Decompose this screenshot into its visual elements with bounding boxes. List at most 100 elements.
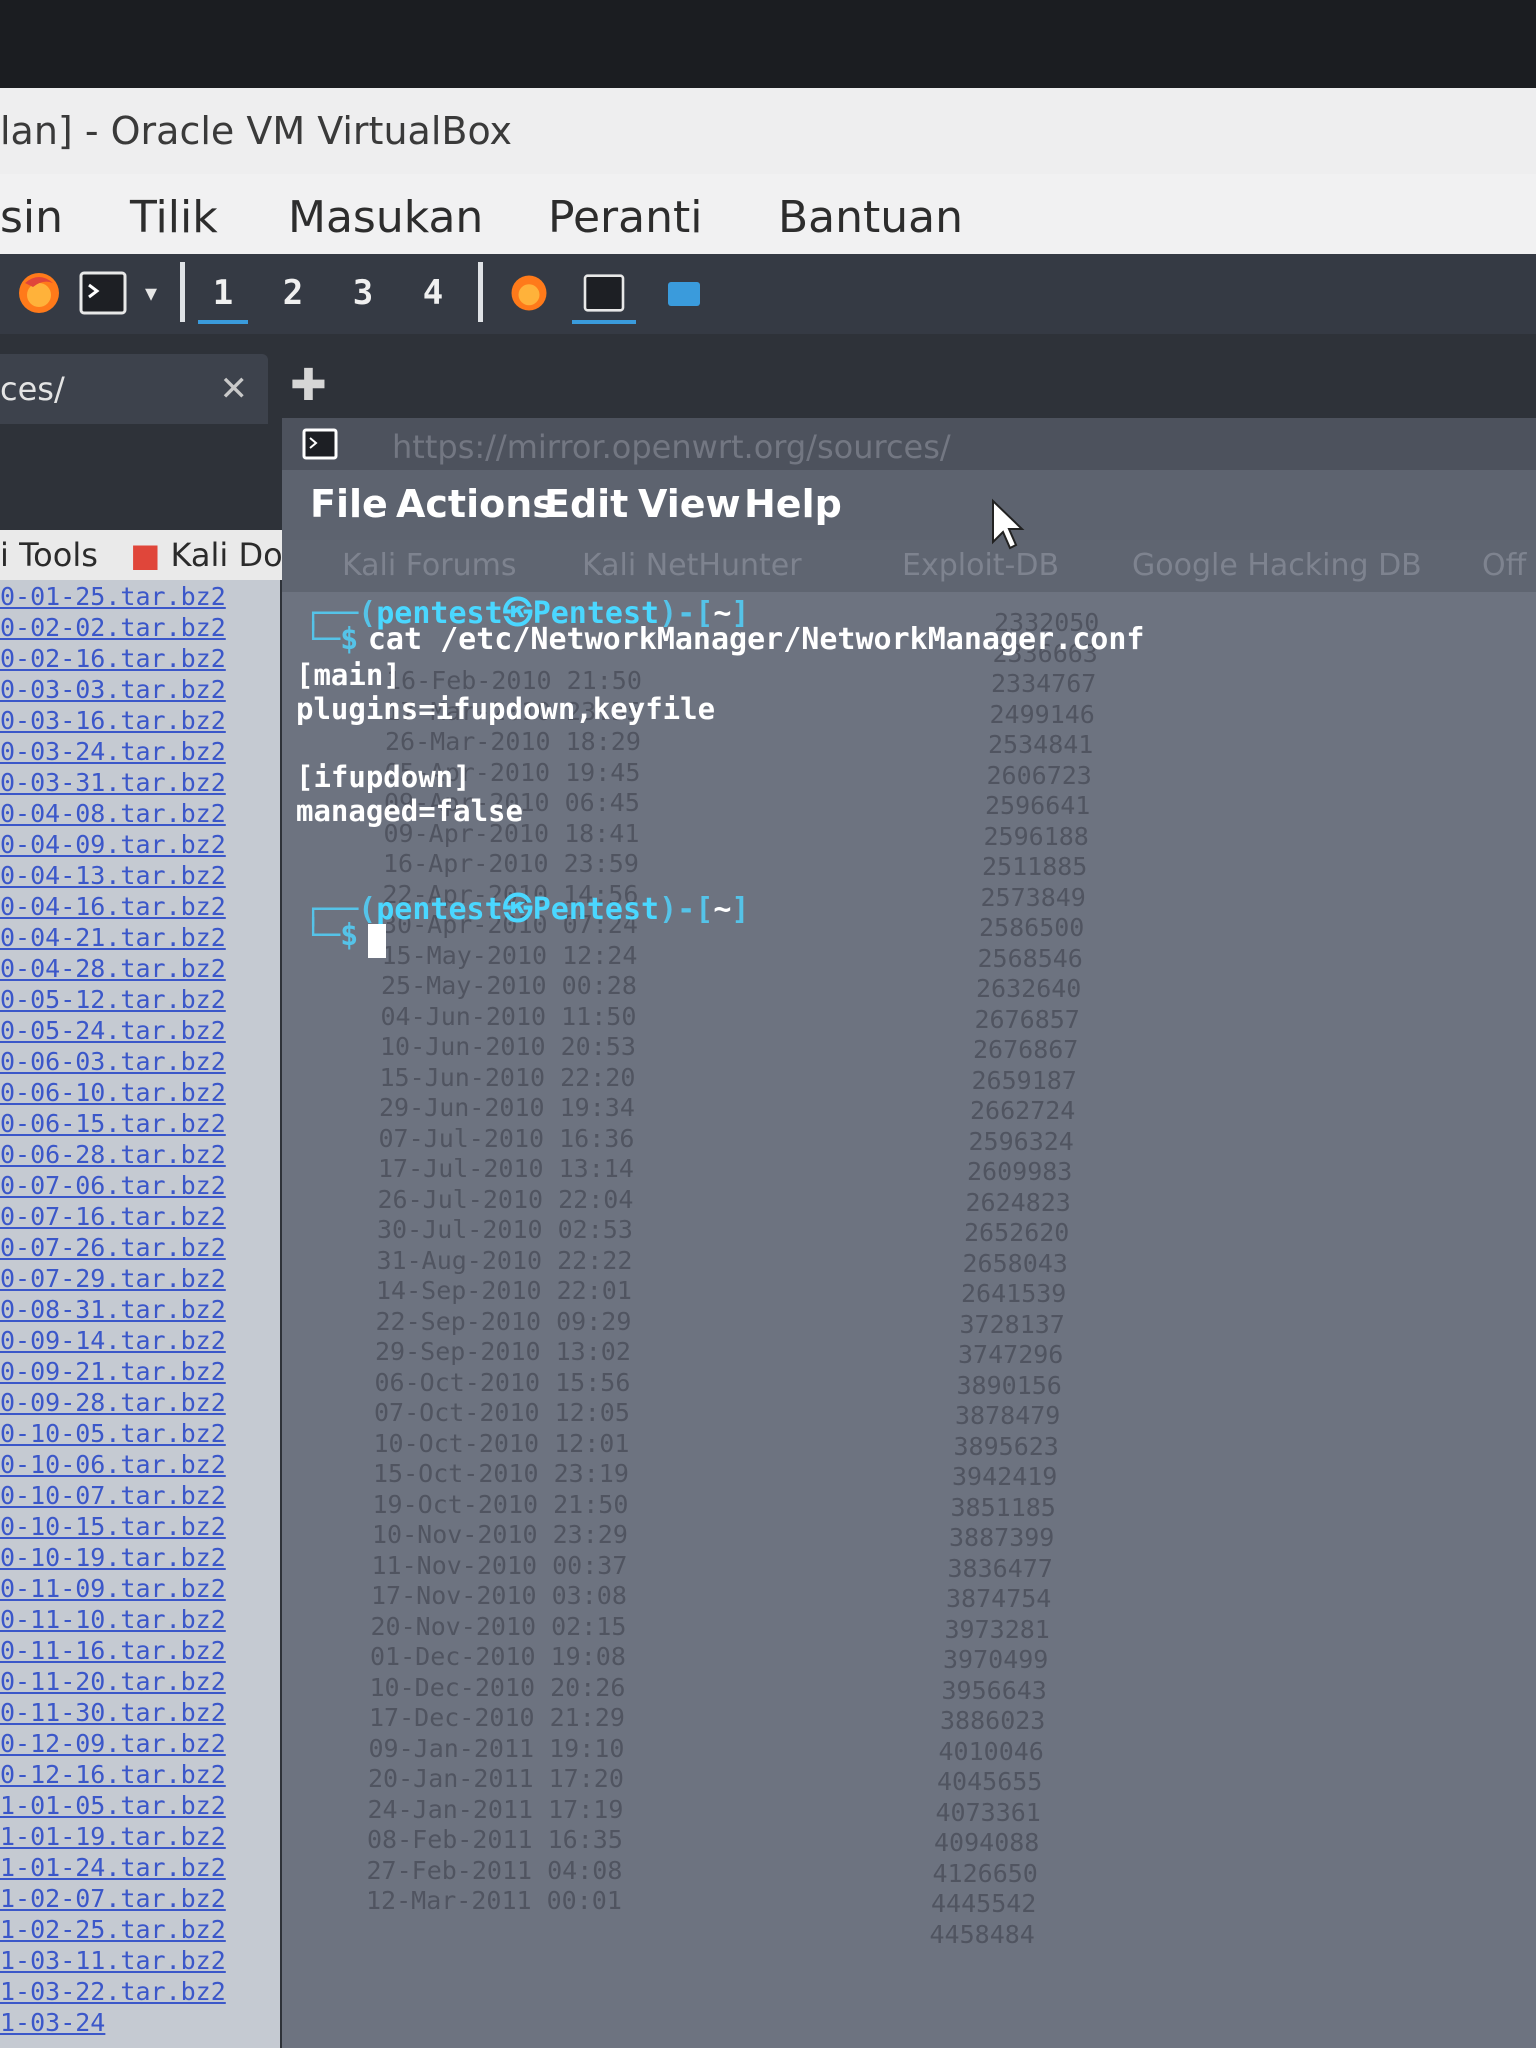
workspace-3[interactable]: 3 xyxy=(338,266,388,320)
ghost-size: 2632640 xyxy=(976,974,1082,1003)
file-link[interactable]: 0-09-14.tar.bz2 xyxy=(0,1326,226,1355)
file-link[interactable]: 1-03-22.tar.bz2 xyxy=(0,1977,226,2006)
file-link[interactable]: 0-02-02.tar.bz2 xyxy=(0,613,226,642)
ghost-bookmark: Kali NetHunter xyxy=(582,548,802,583)
panel-separator xyxy=(478,262,483,322)
ghost-bookmarks-strip: Kali Forums Kali NetHunter Exploit-DB Go… xyxy=(282,540,1536,592)
ghost-size: 2596188 xyxy=(983,821,1089,851)
file-link[interactable]: 0-10-05.tar.bz2 xyxy=(0,1419,226,1448)
file-link[interactable]: 0-10-07.tar.bz2 xyxy=(0,1481,226,1510)
file-link[interactable]: 0-08-31.tar.bz2 xyxy=(0,1295,226,1324)
file-link[interactable]: 0-04-08.tar.bz2 xyxy=(0,799,226,828)
file-link[interactable]: 0-11-16.tar.bz2 xyxy=(0,1636,226,1665)
menu-tilik[interactable]: Tilik xyxy=(130,192,218,243)
file-link[interactable]: 0-11-10.tar.bz2 xyxy=(0,1605,226,1634)
file-link[interactable]: 1-03-11.tar.bz2 xyxy=(0,1946,226,1975)
output-line: [main] xyxy=(296,658,401,692)
file-link[interactable]: 0-03-24.tar.bz2 xyxy=(0,737,226,766)
kali-top-panel: ▾ 1 2 3 4 xyxy=(0,254,1536,334)
file-link[interactable]: 1-02-07.tar.bz2 xyxy=(0,1884,226,1913)
file-link[interactable]: 0-04-13.tar.bz2 xyxy=(0,861,226,890)
workspace-1[interactable]: 1 xyxy=(198,266,248,324)
file-link[interactable]: 0-03-31.tar.bz2 xyxy=(0,768,226,797)
file-link[interactable]: 0-10-06.tar.bz2 xyxy=(0,1450,226,1479)
file-link[interactable]: 0-11-20.tar.bz2 xyxy=(0,1667,226,1696)
file-link[interactable]: 0-06-10.tar.bz2 xyxy=(0,1078,226,1107)
ghost-size: 3890156 xyxy=(956,1370,1062,1400)
terminal-launcher-icon[interactable] xyxy=(76,266,130,320)
ghost-date: 31-Aug-2010 22:22 xyxy=(376,1245,633,1275)
file-link[interactable]: 0-11-30.tar.bz2 xyxy=(0,1698,226,1727)
ghost-date: 17-Jul-2010 13:14 xyxy=(378,1154,634,1183)
file-link[interactable]: 0-07-06.tar.bz2 xyxy=(0,1171,226,1200)
file-link[interactable]: 1-02-25.tar.bz2 xyxy=(0,1915,226,1944)
chevron-down-icon[interactable]: ▾ xyxy=(136,266,166,320)
ghost-size: 3728137 xyxy=(959,1309,1065,1339)
file-link[interactable]: 0-01-25.tar.bz2 xyxy=(0,582,226,611)
file-link[interactable]: 0-09-21.tar.bz2 xyxy=(0,1357,226,1386)
file-link[interactable]: 1-01-05.tar.bz2 xyxy=(0,1791,226,1820)
ghost-date: 04-Jun-2010 11:50 xyxy=(380,1001,637,1031)
menu-masukan[interactable]: Masukan xyxy=(288,192,483,243)
terminal-menu-file[interactable]: File xyxy=(310,482,388,526)
terminal-menu-edit[interactable]: Edit xyxy=(544,482,628,526)
file-link[interactable]: 0-07-26.tar.bz2 xyxy=(0,1233,226,1262)
output-line: plugins=ifupdown,keyfile xyxy=(296,692,716,726)
file-link[interactable]: 0-07-16.tar.bz2 xyxy=(0,1202,226,1231)
ghost-size: 2511885 xyxy=(982,852,1088,881)
ghost-date: 25-May-2010 00:28 xyxy=(381,971,637,1000)
file-link[interactable]: 1-03-24 xyxy=(0,2008,105,2037)
browser-tab[interactable]: ces/ ✕ xyxy=(0,354,268,424)
file-link[interactable]: 0-02-16.tar.bz2 xyxy=(0,644,226,673)
file-link[interactable]: 0-05-12.tar.bz2 xyxy=(0,985,226,1014)
terminal-window[interactable]: https://mirror.openwrt.org/sources/ File… xyxy=(282,418,1536,2048)
terminal-window-icon[interactable] xyxy=(572,266,636,324)
workspace-4[interactable]: 4 xyxy=(408,266,458,320)
menu-peranti[interactable]: Peranti xyxy=(548,192,702,243)
file-link[interactable]: 1-01-19.tar.bz2 xyxy=(0,1822,226,1851)
terminal-menu-actions[interactable]: Actions xyxy=(396,482,555,526)
file-listing: 0-01-25.tar.bz2 0-02-02.tar.bz2 0-02-16.ta… xyxy=(0,580,280,2048)
ghost-size: 2662724 xyxy=(970,1096,1076,1125)
file-manager-icon[interactable] xyxy=(662,266,706,320)
ghost-size: 4010046 xyxy=(938,1736,1044,1766)
ghost-date: 11-Nov-2010 00:37 xyxy=(371,1550,628,1580)
ghost-date: 16-Apr-2010 23:59 xyxy=(383,849,639,878)
file-link[interactable]: 0-06-03.tar.bz2 xyxy=(0,1047,226,1076)
file-link[interactable]: 0-04-09.tar.bz2 xyxy=(0,830,226,859)
ghost-bookmark: Google Hacking DB xyxy=(1132,548,1422,583)
ghost-date: 14-Sep-2010 22:01 xyxy=(376,1276,632,1305)
window-title: lan] - Oracle VM VirtualBox xyxy=(0,109,513,153)
firefox-icon[interactable] xyxy=(12,266,66,320)
close-icon[interactable]: ✕ xyxy=(220,354,249,424)
file-link[interactable]: 0-10-15.tar.bz2 xyxy=(0,1512,226,1541)
terminal-menu-view[interactable]: View xyxy=(638,482,741,526)
file-link[interactable]: 0-10-19.tar.bz2 xyxy=(0,1543,226,1572)
firefox-window-icon[interactable] xyxy=(504,266,554,320)
file-link[interactable]: 0-07-29.tar.bz2 xyxy=(0,1264,226,1293)
new-tab-plus-icon[interactable]: ✚ xyxy=(290,360,327,411)
file-link[interactable]: 1-01-24.tar.bz2 xyxy=(0,1853,226,1882)
file-link[interactable]: 0-04-28.tar.bz2 xyxy=(0,954,226,983)
ghost-date: 09-Jan-2011 19:10 xyxy=(368,1733,625,1763)
file-link[interactable]: 0-12-16.tar.bz2 xyxy=(0,1760,226,1789)
file-link[interactable]: 0-06-28.tar.bz2 xyxy=(0,1140,226,1169)
file-link[interactable]: 0-06-15.tar.bz2 xyxy=(0,1109,226,1138)
file-link[interactable]: 0-03-03.tar.bz2 xyxy=(0,675,226,704)
ghost-date: 10-Jun-2010 20:53 xyxy=(380,1032,636,1061)
bookmark-kali-tools[interactable]: i Tools xyxy=(0,536,98,574)
file-link[interactable]: 0-04-16.tar.bz2 xyxy=(0,892,226,921)
file-link[interactable]: 0-11-09.tar.bz2 xyxy=(0,1574,226,1603)
workspace-2[interactable]: 2 xyxy=(268,266,318,320)
file-link[interactable]: 0-04-21.tar.bz2 xyxy=(0,923,226,952)
menu-bantuan[interactable]: Bantuan xyxy=(778,192,963,243)
file-link[interactable]: 0-05-24.tar.bz2 xyxy=(0,1016,226,1045)
menu-mesin[interactable]: sin xyxy=(0,192,63,243)
terminal-menu-help[interactable]: Help xyxy=(744,482,842,526)
file-link[interactable]: 0-03-16.tar.bz2 xyxy=(0,706,226,735)
ghost-date: 27-Feb-2011 04:08 xyxy=(366,1855,623,1885)
ghost-size: 2596641 xyxy=(985,791,1091,820)
file-link[interactable]: 0-12-09.tar.bz2 xyxy=(0,1729,226,1758)
input-line[interactable]: └─$ xyxy=(304,918,386,958)
file-link[interactable]: 0-09-28.tar.bz2 xyxy=(0,1388,226,1417)
